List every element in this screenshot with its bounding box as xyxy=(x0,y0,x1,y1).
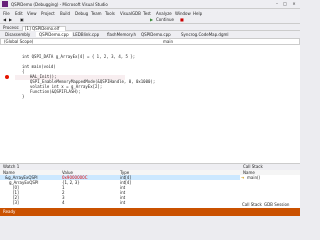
debug-panes: Watch 1 Name Value Type &g_ArrayExQSPI 0… xyxy=(0,163,300,208)
menu-analyze[interactable]: Analyze xyxy=(156,11,172,16)
tab-ledblink-cpp[interactable]: LEDBlink.cpp xyxy=(70,32,102,37)
menu-project[interactable]: Project xyxy=(41,11,55,16)
menu-help[interactable]: Help xyxy=(193,11,202,16)
tab-call-stack[interactable]: Call Stack xyxy=(242,203,262,207)
status-bar: Ready xyxy=(0,208,300,216)
minimize-icon[interactable]: – xyxy=(274,1,280,7)
save-icon[interactable]: ▣ xyxy=(20,18,24,22)
menu-debug[interactable]: Debug xyxy=(75,11,88,16)
code-line: } xyxy=(22,94,25,99)
forward-icon[interactable]: ▶ xyxy=(9,18,12,22)
menu-test[interactable]: Test xyxy=(143,11,151,16)
toolbar: ◀ ▶ ▣ ▶ Continue ■ xyxy=(0,16,300,24)
menu-edit[interactable]: Edit xyxy=(15,11,23,16)
watch-row[interactable]: [3] 4 int xyxy=(0,200,240,205)
menu-tools[interactable]: Tools xyxy=(105,11,115,16)
tab-qspidemo-cpp[interactable]: QSPIDemo.cpp xyxy=(36,32,72,37)
back-icon[interactable]: ◀ xyxy=(3,18,6,22)
callstack-title: Call Stack xyxy=(243,164,263,169)
process-bar: Process: [1] QSPIDemo.elf xyxy=(0,24,300,33)
callstack-arrow-icon: ➜ xyxy=(241,175,245,180)
member-dropdown[interactable]: main xyxy=(163,40,173,44)
code-line: int main(void) xyxy=(22,64,56,69)
menu-bar: File Edit View Project Build Debug Team … xyxy=(0,9,300,16)
breakpoint-icon[interactable] xyxy=(5,75,9,79)
status-text: Ready xyxy=(3,209,16,214)
watch-title: Watch 1 xyxy=(3,164,20,169)
tab-flashmemory-h[interactable]: flashMemory.h xyxy=(104,32,139,37)
tab-disassembly[interactable]: Disassembly xyxy=(2,32,33,37)
tab-qspidemo-cpp-2[interactable]: QSPIDemo.cpp xyxy=(138,32,174,37)
close-icon[interactable]: × xyxy=(291,1,297,7)
menu-team[interactable]: Team xyxy=(91,11,102,16)
menu-build[interactable]: Build xyxy=(60,11,70,16)
watch-row-name: [3] xyxy=(13,200,19,205)
watch-row-type: int xyxy=(120,200,126,205)
stop-icon[interactable]: ■ xyxy=(180,18,184,22)
maximize-icon[interactable]: □ xyxy=(282,1,288,7)
callstack-row-name: main() xyxy=(247,175,261,180)
code-line: { xyxy=(22,69,25,74)
menu-window[interactable]: Window xyxy=(175,11,191,16)
process-label: Process: xyxy=(3,24,20,30)
scope-dropdown[interactable]: (Global Scope) xyxy=(4,40,33,44)
scope-bar: (Global Scope) main xyxy=(0,38,300,45)
window-title: QSPIDemo (Debugging) - Microsoft Visual … xyxy=(11,1,108,7)
callstack-row[interactable]: ➜ main() xyxy=(240,175,300,180)
title-bar: QSPIDemo (Debugging) - Microsoft Visual … xyxy=(0,0,300,9)
menu-view[interactable]: View xyxy=(27,11,37,16)
vs-logo-icon xyxy=(2,1,8,7)
watch-row-value: 4 xyxy=(62,200,65,205)
editor-tabs: Disassembly QSPIDemo.cpp LEDBlink.cpp fl… xyxy=(0,31,300,38)
continue-button[interactable]: Continue xyxy=(156,18,174,22)
continue-icon[interactable]: ▶ xyxy=(150,18,153,22)
menu-file[interactable]: File xyxy=(3,11,10,16)
tab-gdb-session[interactable]: GDB Session xyxy=(264,203,289,207)
code-line: int QSPI_DATA g_ArrayEx[4] = { 1, 2, 3, … xyxy=(22,54,136,59)
code-editor[interactable]: int QSPI_DATA g_ArrayEx[4] = { 1, 2, 3, … xyxy=(0,45,300,163)
tab-codemap[interactable]: Syncrog.CodeMap.dgml xyxy=(178,32,232,37)
code-line: Function(&QSPIFLASH); xyxy=(30,89,81,94)
menu-visualgdb[interactable]: VisualGDB xyxy=(120,11,141,16)
